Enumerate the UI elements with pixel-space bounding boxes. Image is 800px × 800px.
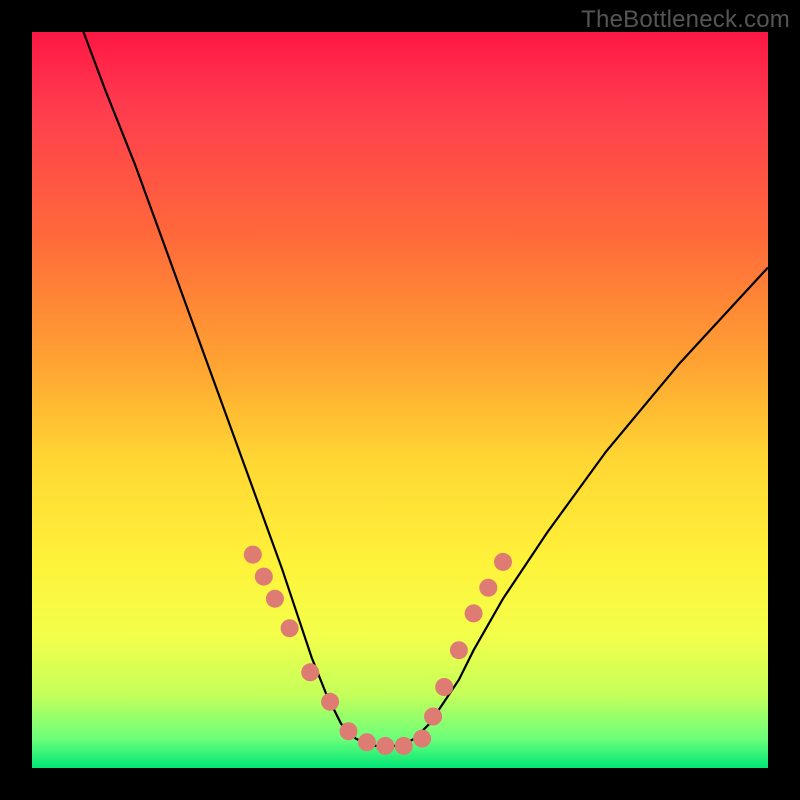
data-marker [321,693,339,711]
bottleneck-curve [84,32,769,746]
data-marker [281,619,299,637]
outer-frame: TheBottleneck.com [0,0,800,800]
data-marker [413,730,431,748]
data-marker [376,737,394,755]
data-marker [479,579,497,597]
data-marker [395,737,413,755]
data-marker [424,708,442,726]
data-marker [465,604,483,622]
data-marker [244,546,262,564]
watermark-text: TheBottleneck.com [581,6,790,34]
chart-svg [32,32,768,768]
data-marker [266,590,284,608]
plot-area [32,32,768,768]
data-marker [450,641,468,659]
data-marker [358,733,376,751]
data-marker [494,553,512,571]
data-marker [255,568,273,586]
data-marker [340,722,358,740]
data-marker [301,663,319,681]
data-marker [435,678,453,696]
